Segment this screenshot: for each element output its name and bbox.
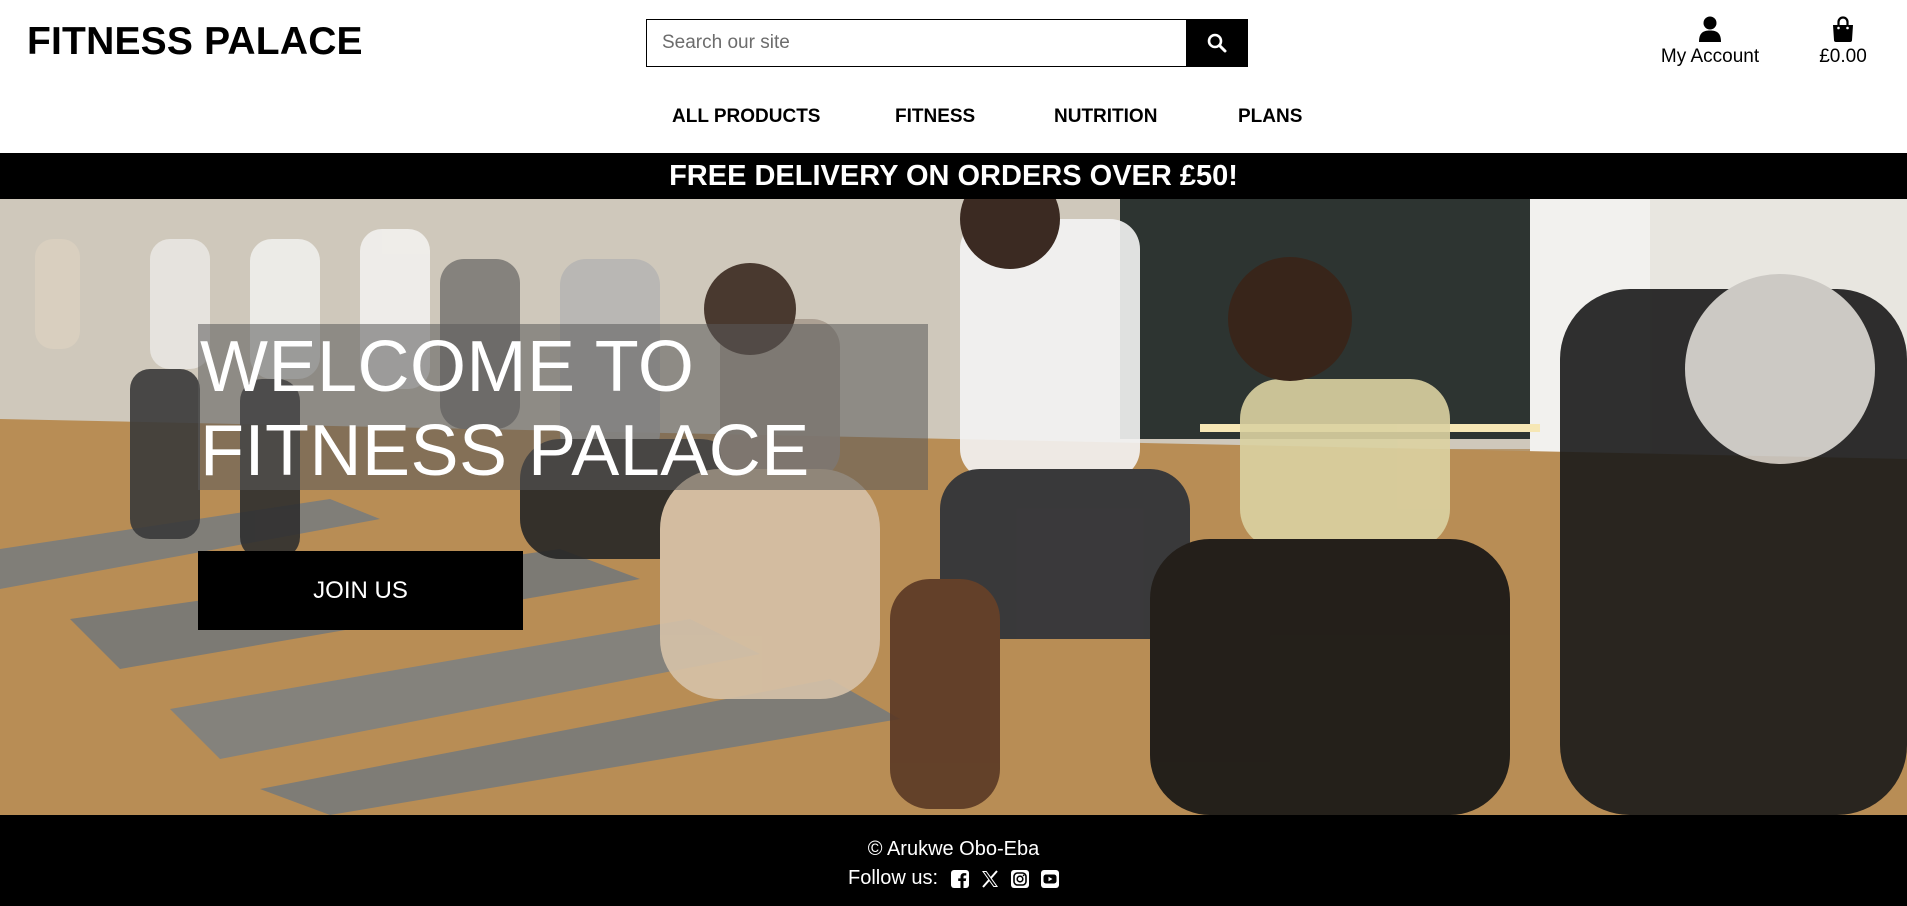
my-account-label: My Account <box>1660 46 1760 67</box>
search-button[interactable] <box>1186 20 1247 66</box>
instagram-icon[interactable] <box>1010 869 1029 888</box>
site-header: FITNESS PALACE My Account <box>0 0 1907 153</box>
main-nav: ALL PRODUCTS FITNESS NUTRITION PLANS <box>0 106 1907 130</box>
copyright-text: © Arukwe Obo-Eba <box>867 838 1040 860</box>
user-icon <box>1699 16 1721 42</box>
nav-item-all-products[interactable]: ALL PRODUCTS <box>672 106 820 128</box>
x-icon[interactable] <box>980 869 999 888</box>
hero-background-image <box>0 199 1907 815</box>
search-form <box>646 19 1248 67</box>
follow-us-row: Follow us: <box>0 867 1907 890</box>
shopping-bag-icon <box>1833 16 1853 42</box>
facebook-icon[interactable] <box>950 869 969 888</box>
follow-us-label: Follow us: <box>847 867 939 889</box>
search-icon <box>1207 33 1226 53</box>
site-logo[interactable]: FITNESS PALACE <box>27 20 363 64</box>
search-input[interactable] <box>647 20 1186 66</box>
delivery-banner: FREE DELIVERY ON ORDERS OVER £50! <box>0 153 1907 199</box>
bag-total: £0.00 <box>1819 46 1867 67</box>
nav-item-fitness[interactable]: FITNESS <box>895 106 975 128</box>
hero-section: WELCOME TO FITNESS PALACE JOIN US <box>0 199 1907 815</box>
site-footer: © Arukwe Obo-Eba Follow us: <box>0 815 1907 906</box>
youtube-icon[interactable] <box>1040 869 1059 888</box>
nav-item-plans[interactable]: PLANS <box>1238 106 1302 128</box>
my-account-link[interactable]: My Account <box>1650 12 1770 68</box>
social-links <box>950 869 1059 888</box>
hero-title: WELCOME TO FITNESS PALACE <box>200 327 810 491</box>
shopping-bag-link[interactable]: £0.00 <box>1810 12 1876 68</box>
join-us-button[interactable]: JOIN US <box>198 551 523 630</box>
nav-item-nutrition[interactable]: NUTRITION <box>1054 106 1157 128</box>
